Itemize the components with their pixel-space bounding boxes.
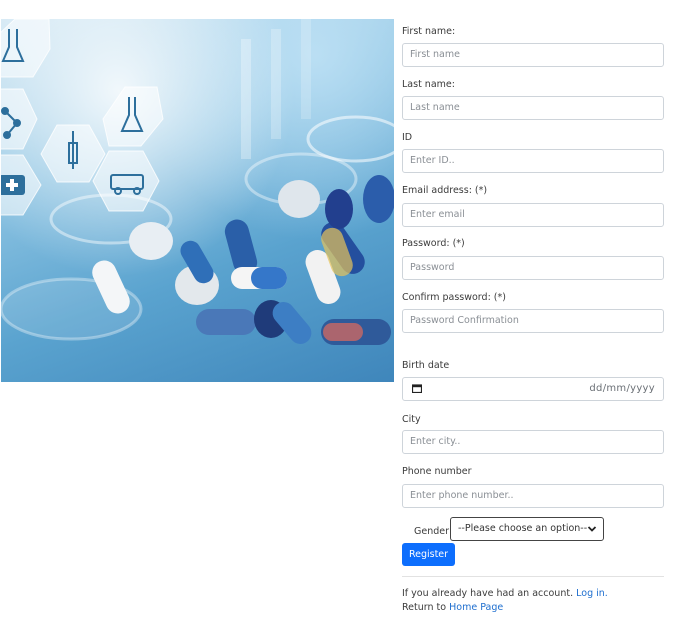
account-text: If you already have had an account. [402, 588, 574, 599]
chevron-down-icon [587, 526, 597, 532]
id-label: ID [402, 132, 413, 143]
password-label: Password: (*) [402, 238, 465, 249]
divider [402, 576, 664, 577]
register-button[interactable]: Register [402, 543, 455, 566]
confirm-password-label: Confirm password: (*) [402, 292, 506, 303]
city-input[interactable]: Enter city.. [402, 430, 664, 454]
phone-label: Phone number [402, 466, 472, 477]
first-name-input[interactable]: First name [402, 43, 664, 67]
password-input[interactable]: Password [402, 256, 664, 280]
email-label: Email address: (*) [402, 185, 488, 196]
medical-kit-icon [1, 175, 25, 195]
login-link[interactable]: Log in. [576, 588, 608, 599]
home-prompt: Return to Home Page [402, 602, 503, 613]
return-text: Return to [402, 602, 447, 613]
calendar-icon[interactable] [412, 384, 422, 393]
last-name-input[interactable]: Last name [402, 96, 664, 120]
city-label: City [402, 414, 421, 425]
birth-date-placeholder: dd/mm/yyyy [589, 383, 655, 394]
hero-image [1, 19, 394, 382]
home-page-link[interactable]: Home Page [449, 602, 503, 613]
last-name-label: Last name: [402, 79, 455, 90]
confirm-password-input[interactable]: Password Confirmation [402, 309, 664, 333]
first-name-label: First name: [402, 26, 456, 37]
birth-date-input[interactable]: dd/mm/yyyy [402, 377, 664, 401]
phone-input[interactable]: Enter phone number.. [402, 484, 664, 508]
login-prompt: If you already have had an account. Log … [402, 588, 608, 599]
birth-date-label: Birth date [402, 360, 450, 371]
gender-select-value: --Please choose an option-- [458, 523, 588, 534]
gender-label: Gender [414, 526, 450, 537]
email-input[interactable]: Enter email [402, 203, 664, 227]
gender-select[interactable]: --Please choose an option-- [450, 517, 604, 541]
id-input[interactable]: Enter ID.. [402, 149, 664, 173]
